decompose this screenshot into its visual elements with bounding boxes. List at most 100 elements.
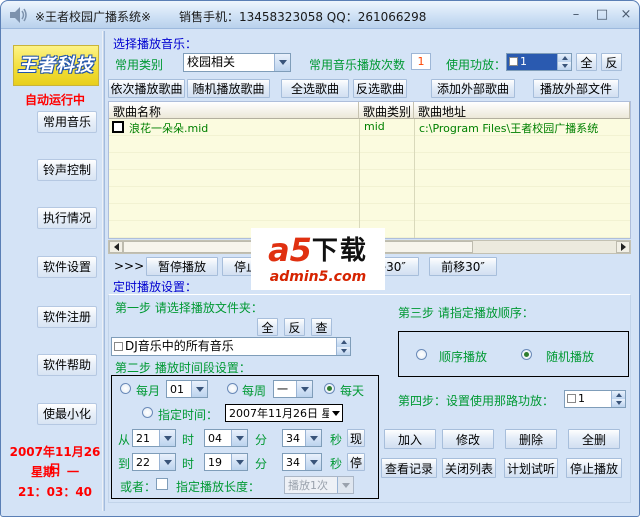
folder-spinner[interactable]: DJ音乐中的所有音乐 (111, 337, 351, 356)
chevron-down-icon[interactable] (159, 430, 175, 446)
close-button[interactable]: × (617, 7, 635, 23)
column-divider (414, 119, 415, 238)
play-external-file-button[interactable]: 播放外部文件 (533, 79, 619, 98)
to-minute-select[interactable]: 19 (204, 453, 248, 471)
close-list-button[interactable]: 关闭列表 (442, 458, 496, 478)
sidebar-item-common-music[interactable]: 常用音乐 (37, 111, 97, 133)
chevron-down-icon[interactable] (296, 381, 312, 397)
chevron-down-icon[interactable] (305, 454, 321, 470)
from-second-select[interactable]: 34 (282, 429, 322, 447)
delete-all-button[interactable]: 全删 (568, 429, 620, 449)
delete-button[interactable]: 删除 (505, 429, 557, 449)
length-checkbox[interactable] (156, 478, 168, 490)
chevron-down-icon[interactable] (329, 405, 342, 421)
chevron-down-icon[interactable] (231, 454, 247, 470)
radio-sequential[interactable] (416, 349, 427, 360)
amp-route-spinner[interactable]: 1 (564, 390, 626, 408)
folder-spin-buttons[interactable] (336, 338, 350, 355)
amp-select-all-button[interactable]: 全 (576, 53, 597, 71)
add-external-song-button[interactable]: 添加外部歌曲 (431, 79, 515, 98)
play-sequential-button[interactable]: 依次播放歌曲 (108, 79, 185, 98)
sidebar: 王者科技 自动运行中 常用音乐 铃声控制 执行情况 软件设置 软件注册 软件帮助… (5, 31, 102, 513)
chevron-down-icon[interactable] (274, 54, 290, 71)
select-all-songs-button[interactable]: 全选歌曲 (281, 79, 349, 98)
sidebar-item-help[interactable]: 软件帮助 (37, 354, 97, 376)
play-random-button[interactable]: 随机播放歌曲 (187, 79, 270, 98)
folder-query-button[interactable]: 查 (311, 318, 332, 336)
scroll-right-icon[interactable] (616, 241, 630, 253)
from-label: 从 (118, 433, 131, 447)
add-button[interactable]: 加入 (384, 429, 436, 449)
from-minute-select[interactable]: 04 (204, 429, 248, 447)
seek-forward-button[interactable]: 前移30″ (429, 257, 497, 276)
music-section-title: 选择播放音乐： (113, 37, 198, 51)
column-header-type[interactable]: 歌曲类别 (359, 102, 414, 119)
weekly-day-select[interactable]: 一 (273, 380, 313, 398)
amp-route-spin-buttons[interactable] (611, 391, 625, 407)
radio-random[interactable] (521, 349, 532, 360)
spin-up-icon[interactable] (612, 391, 625, 399)
scroll-left-icon[interactable] (109, 241, 123, 253)
folder-checkbox[interactable] (114, 342, 123, 351)
minimize-button[interactable]: – (567, 7, 585, 23)
pause-button[interactable]: 暂停播放 (146, 257, 218, 276)
hour-label: 时 (182, 433, 195, 447)
chevron-down-icon[interactable] (191, 381, 207, 397)
spin-up-icon[interactable] (558, 54, 571, 62)
table-row[interactable]: 浪花一朵朵.mid mid c:\Program Files\王者校园广播系统 (109, 119, 630, 136)
sidebar-item-ring-control[interactable]: 铃声控制 (37, 159, 97, 181)
transport-prefix: >>> (114, 259, 145, 273)
folder-invert-button[interactable]: 反 (284, 318, 305, 336)
from-hour-select[interactable]: 21 (132, 429, 176, 447)
specific-time-label: 指定时间： (158, 408, 219, 422)
modify-button[interactable]: 修改 (442, 429, 494, 449)
invert-songs-button[interactable]: 反选歌曲 (353, 79, 407, 98)
radio-monthly[interactable] (120, 383, 131, 394)
spin-down-icon[interactable] (558, 62, 571, 70)
spin-up-icon[interactable] (337, 338, 350, 347)
random-label: 随机播放 (546, 350, 595, 364)
sidebar-item-exec-status[interactable]: 执行情况 (37, 207, 97, 229)
set-now-button[interactable]: 现 (347, 429, 365, 447)
date-picker[interactable]: 2007年11月26日 星 (225, 404, 343, 422)
song-table[interactable]: 歌曲名称 歌曲类别 歌曲地址 浪花一朵朵.mid mid c:\Program … (108, 101, 631, 239)
amp-spin-buttons[interactable] (557, 54, 571, 70)
stop-play-button[interactable]: 停止播放 (566, 458, 622, 478)
radio-specific-time[interactable] (142, 407, 153, 418)
plan-preview-button[interactable]: 计划试听 (504, 458, 558, 478)
amp-route-checkbox[interactable] (567, 394, 576, 403)
folder-select-all-button[interactable]: 全 (257, 318, 278, 336)
category-select[interactable]: 校园相关 (183, 53, 291, 72)
sidebar-item-settings[interactable]: 软件设置 (37, 256, 97, 278)
timer-section-title: 定时播放设置： (113, 280, 198, 294)
column-header-path[interactable]: 歌曲地址 (414, 102, 630, 119)
amp-label: 使用功放： (446, 58, 507, 72)
to-hour-select[interactable]: 22 (132, 453, 176, 471)
chevron-down-icon[interactable] (231, 430, 247, 446)
from-minute-value: 04 (208, 432, 222, 445)
row-checkbox[interactable] (112, 121, 124, 133)
chevron-down-icon[interactable] (337, 477, 353, 493)
radio-daily[interactable] (324, 383, 335, 394)
spin-down-icon[interactable] (612, 399, 625, 407)
amp-invert-button[interactable]: 反 (601, 53, 622, 71)
to-second-select[interactable]: 34 (282, 453, 322, 471)
amp-spinner[interactable]: 1 (506, 53, 572, 71)
view-records-button[interactable]: 查看记录 (381, 458, 437, 478)
monthly-day-select[interactable]: 01 (166, 380, 208, 398)
maximize-button[interactable]: □ (593, 7, 611, 23)
play-count-value[interactable]: 1 (411, 53, 431, 70)
chevron-down-icon[interactable] (159, 454, 175, 470)
radio-weekly[interactable] (227, 383, 238, 394)
from-hour-value: 21 (136, 432, 150, 445)
spin-down-icon[interactable] (337, 346, 350, 355)
sidebar-item-minimize[interactable]: 使最小化 (37, 403, 97, 425)
amp-checkbox[interactable] (509, 57, 518, 66)
set-stop-button[interactable]: 停 (347, 453, 365, 471)
contact-info: 销售手机：13458323058 QQ：261066298 (179, 10, 427, 24)
column-header-name[interactable]: 歌曲名称 (109, 102, 359, 119)
chevron-down-icon[interactable] (305, 430, 321, 446)
to-hour-value: 22 (136, 456, 150, 469)
sidebar-item-register[interactable]: 软件注册 (37, 306, 97, 328)
length-select[interactable]: 播放1次 (284, 476, 354, 494)
